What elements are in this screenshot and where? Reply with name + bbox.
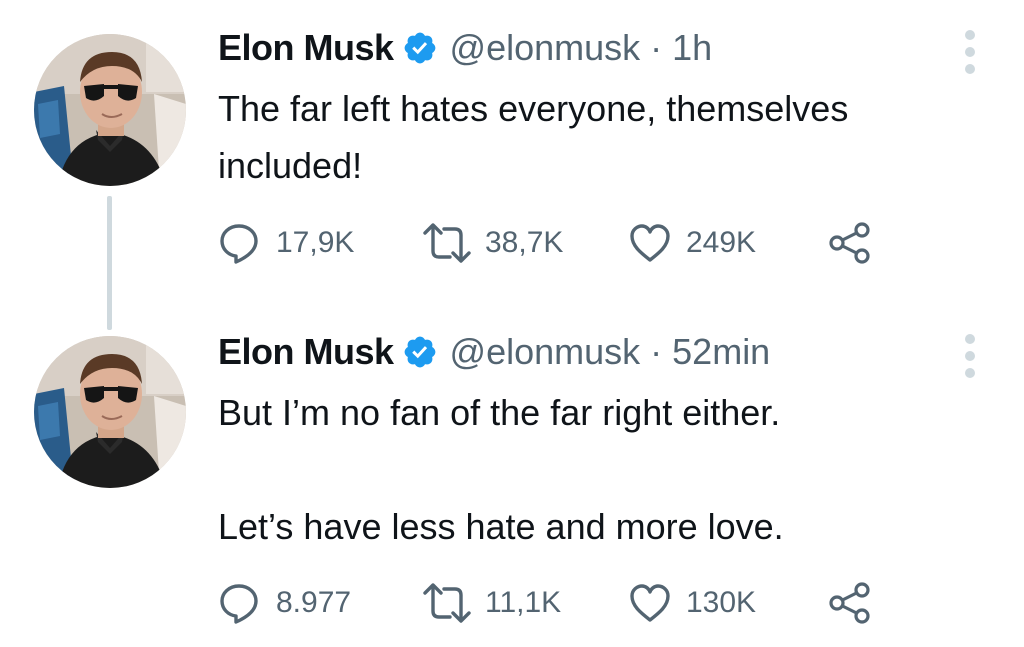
- tweet-text-line: But I’m no fan of the far right either.: [218, 392, 781, 433]
- reply-icon: [218, 221, 262, 265]
- retweet-icon: [423, 581, 471, 625]
- like-count: 130K: [686, 586, 757, 619]
- verified-badge-icon: [402, 334, 438, 370]
- tweet-actions: 17,9K 38,7K 249K: [218, 218, 872, 268]
- heart-icon: [628, 581, 672, 625]
- avatar[interactable]: [34, 34, 186, 186]
- tweet-header: Elon Musk @elonmusk · 52min: [218, 328, 770, 376]
- share-icon: [828, 581, 872, 625]
- share-button[interactable]: [828, 221, 872, 265]
- more-options-icon[interactable]: [964, 334, 976, 378]
- like-button[interactable]: 130K: [628, 581, 828, 625]
- like-button[interactable]: 249K: [628, 221, 828, 265]
- thread-connector-line: [107, 196, 112, 330]
- tweet-actions: 8.977 11,1K 130K: [218, 578, 872, 628]
- retweet-count: 11,1K: [485, 586, 562, 619]
- tweet-text-line: Let’s have less hate and more love.: [218, 506, 784, 547]
- tweet-1[interactable]: Elon Musk @elonmusk · 1h The far left ha…: [0, 0, 1024, 330]
- retweet-count: 38,7K: [485, 226, 564, 259]
- more-options-icon[interactable]: [964, 30, 976, 74]
- tweet-text: The far left hates everyone, themselves …: [218, 80, 988, 194]
- tweet-2[interactable]: Elon Musk @elonmusk · 52min But I’m no f…: [0, 320, 1024, 647]
- separator-dot: ·: [650, 331, 663, 372]
- author-handle[interactable]: @elonmusk: [450, 331, 641, 373]
- profile-photo: [34, 34, 186, 186]
- reply-icon: [218, 581, 262, 625]
- reply-button[interactable]: 17,9K: [218, 221, 423, 265]
- tweet-text-line: included!: [218, 145, 363, 186]
- avatar[interactable]: [34, 336, 186, 488]
- retweet-icon: [423, 221, 471, 265]
- retweet-button[interactable]: 38,7K: [423, 221, 628, 265]
- share-icon: [828, 221, 872, 265]
- timestamp[interactable]: 1h: [672, 27, 712, 69]
- author-handle[interactable]: @elonmusk: [450, 27, 641, 69]
- reply-count: 17,9K: [276, 226, 355, 259]
- share-button[interactable]: [828, 581, 872, 625]
- tweet-header: Elon Musk @elonmusk · 1h: [218, 24, 712, 72]
- author-name[interactable]: Elon Musk: [218, 27, 394, 69]
- separator-dot: ·: [650, 27, 663, 68]
- retweet-button[interactable]: 11,1K: [423, 581, 628, 625]
- reply-button[interactable]: 8.977: [218, 581, 423, 625]
- heart-icon: [628, 221, 672, 265]
- tweet-text-line: The far left hates everyone, themselves: [218, 88, 849, 129]
- timestamp[interactable]: 52min: [672, 331, 770, 373]
- like-count: 249K: [686, 226, 757, 259]
- verified-badge-icon: [402, 30, 438, 66]
- profile-photo: [34, 336, 186, 488]
- tweet-text: But I’m no fan of the far right either. …: [218, 384, 988, 555]
- reply-count: 8.977: [276, 586, 352, 619]
- author-name[interactable]: Elon Musk: [218, 331, 394, 373]
